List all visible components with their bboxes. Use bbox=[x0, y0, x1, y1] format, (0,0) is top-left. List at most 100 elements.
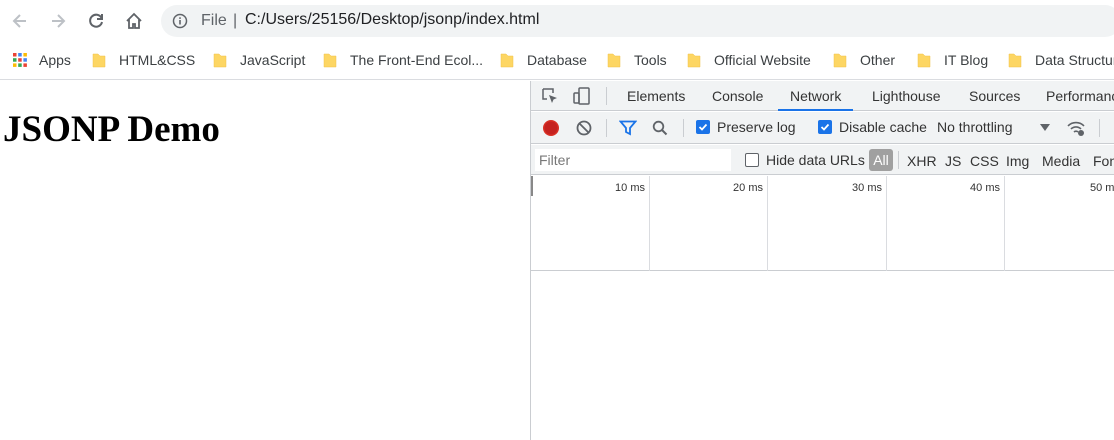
tab-network[interactable]: Network bbox=[778, 81, 854, 111]
apps-grid-icon bbox=[13, 53, 27, 67]
folder-icon bbox=[213, 53, 227, 68]
home-icon bbox=[126, 12, 142, 29]
folder-icon bbox=[607, 53, 621, 68]
reload-icon bbox=[89, 13, 103, 28]
omnibox-separator: | bbox=[233, 12, 238, 29]
hide-data-urls-checkbox[interactable]: Hide data URLs bbox=[745, 152, 865, 168]
back-icon bbox=[12, 14, 26, 28]
toolbar-divider bbox=[606, 119, 607, 137]
omnibox-scheme: File bbox=[201, 12, 227, 29]
filter-input[interactable] bbox=[535, 149, 731, 171]
filter-type-font[interactable]: Fon bbox=[1093, 153, 1114, 169]
toolbar-divider bbox=[1099, 119, 1100, 137]
throttling-value: No throttling bbox=[937, 119, 1013, 135]
record-icon[interactable] bbox=[542, 119, 560, 137]
bookmarks-bar: Apps HTML&CSS JavaScript The Front-End E… bbox=[0, 42, 1114, 80]
timeline-column: 30 ms bbox=[768, 176, 887, 271]
bookmark-folder[interactable]: Tools bbox=[607, 50, 667, 70]
hide-data-urls-label: Hide data URLs bbox=[766, 152, 865, 168]
filter-icon[interactable] bbox=[619, 120, 637, 136]
folder-icon bbox=[917, 53, 931, 68]
timeline-tick-label: 20 ms bbox=[733, 182, 763, 194]
preserve-log-label: Preserve log bbox=[717, 119, 796, 135]
bookmark-folder[interactable]: JavaScript bbox=[213, 50, 305, 70]
bookmark-apps[interactable]: Apps bbox=[12, 50, 71, 70]
timeline-column: 10 ms bbox=[531, 176, 650, 271]
network-conditions-icon[interactable] bbox=[1066, 119, 1086, 137]
folder-icon bbox=[500, 53, 514, 68]
inspect-element-icon[interactable] bbox=[541, 87, 559, 105]
preserve-log-checkbox[interactable]: Preserve log bbox=[696, 119, 796, 135]
home-button[interactable] bbox=[121, 8, 147, 34]
tab-divider bbox=[606, 87, 607, 105]
forward-icon bbox=[52, 14, 66, 28]
device-toggle-icon[interactable] bbox=[572, 86, 592, 106]
timeline-column: 40 ms bbox=[887, 176, 1005, 271]
bookmark-label: The Front-End Ecol... bbox=[350, 52, 484, 68]
folder-icon bbox=[833, 53, 847, 68]
folder-icon bbox=[92, 53, 106, 68]
tab-elements[interactable]: Elements bbox=[627, 81, 685, 111]
bookmark-label: IT Blog bbox=[944, 52, 989, 68]
back-button[interactable] bbox=[7, 8, 33, 34]
checkbox-box bbox=[745, 153, 759, 167]
folder-icon bbox=[1008, 53, 1022, 68]
tab-performance[interactable]: Performanc bbox=[1046, 81, 1114, 111]
bookmark-label: Other bbox=[860, 52, 896, 68]
bookmark-folder[interactable]: Database bbox=[500, 50, 587, 70]
network-overview-timeline[interactable]: 10 ms 20 ms 30 ms 40 ms 50 m bbox=[531, 176, 1114, 271]
filter-type-css[interactable]: CSS bbox=[970, 153, 999, 169]
browser-nav-bar: File | C:/Users/25156/Desktop/jsonp/inde… bbox=[0, 0, 1114, 42]
disable-cache-label: Disable cache bbox=[839, 119, 927, 135]
bookmark-folder[interactable]: HTML&CSS bbox=[92, 50, 195, 70]
timeline-tick-label: 50 m bbox=[1090, 182, 1114, 194]
omnibox-url[interactable]: C:/Users/25156/Desktop/jsonp/index.html bbox=[245, 11, 539, 29]
throttling-select[interactable]: No throttling bbox=[937, 119, 1012, 135]
bookmark-label: Official Website bbox=[714, 52, 811, 68]
network-filter-bar: Hide data URLs All XHR JS CSS Img Media … bbox=[531, 145, 1114, 175]
timeline-tick-label: 40 ms bbox=[970, 182, 1000, 194]
clear-icon[interactable] bbox=[576, 120, 592, 136]
folder-icon bbox=[687, 53, 701, 68]
bookmark-label: Tools bbox=[634, 52, 667, 68]
filter-type-media[interactable]: Media bbox=[1042, 153, 1080, 169]
forward-button[interactable] bbox=[45, 8, 71, 34]
bookmark-label: JavaScript bbox=[240, 52, 306, 68]
filter-type-js[interactable]: JS bbox=[945, 153, 961, 169]
bookmark-label: Apps bbox=[39, 52, 71, 68]
bookmark-folder[interactable]: The Front-End Ecol... bbox=[323, 50, 483, 70]
filter-divider bbox=[898, 151, 899, 169]
folder-icon bbox=[323, 53, 337, 68]
bookmark-label: HTML&CSS bbox=[119, 52, 196, 68]
timeline-tick-label: 30 ms bbox=[852, 182, 882, 194]
page-viewport: JSONP Demo bbox=[0, 81, 530, 440]
devtools-tab-bar: Elements Console Network Lighthouse Sour… bbox=[531, 81, 1114, 111]
bookmark-folder[interactable]: Official Website bbox=[687, 50, 811, 70]
info-icon[interactable] bbox=[172, 13, 188, 29]
toolbar-divider bbox=[683, 119, 684, 137]
bookmark-folder[interactable]: Other bbox=[833, 50, 895, 70]
network-toolbar: Preserve log Disable cache No throttling bbox=[531, 112, 1114, 144]
checkmark-icon bbox=[696, 120, 710, 134]
tab-console[interactable]: Console bbox=[712, 81, 763, 111]
checkmark-icon bbox=[818, 120, 832, 134]
timeline-column: 20 ms bbox=[650, 176, 768, 271]
filter-type-xhr[interactable]: XHR bbox=[907, 153, 937, 169]
bookmark-label: Data Structur bbox=[1035, 52, 1114, 68]
tab-sources[interactable]: Sources bbox=[969, 81, 1020, 111]
tab-lighthouse[interactable]: Lighthouse bbox=[872, 81, 941, 111]
chevron-down-icon[interactable] bbox=[1040, 124, 1050, 132]
reload-button[interactable] bbox=[83, 8, 109, 34]
filter-type-img[interactable]: Img bbox=[1006, 153, 1029, 169]
omnibox[interactable]: File | C:/Users/25156/Desktop/jsonp/inde… bbox=[161, 5, 1114, 37]
devtools-panel: Elements Console Network Lighthouse Sour… bbox=[530, 81, 1114, 440]
bookmark-label: Database bbox=[527, 52, 587, 68]
filter-type-all[interactable]: All bbox=[869, 149, 893, 171]
disable-cache-checkbox[interactable]: Disable cache bbox=[818, 119, 927, 135]
timeline-column: 50 m bbox=[1005, 176, 1114, 271]
timeline-tick-label: 10 ms bbox=[615, 182, 645, 194]
search-icon[interactable] bbox=[652, 120, 668, 136]
bookmark-folder[interactable]: Data Structur bbox=[1008, 50, 1114, 70]
bookmark-folder[interactable]: IT Blog bbox=[917, 50, 988, 70]
page-heading: JSONP Demo bbox=[3, 109, 220, 150]
